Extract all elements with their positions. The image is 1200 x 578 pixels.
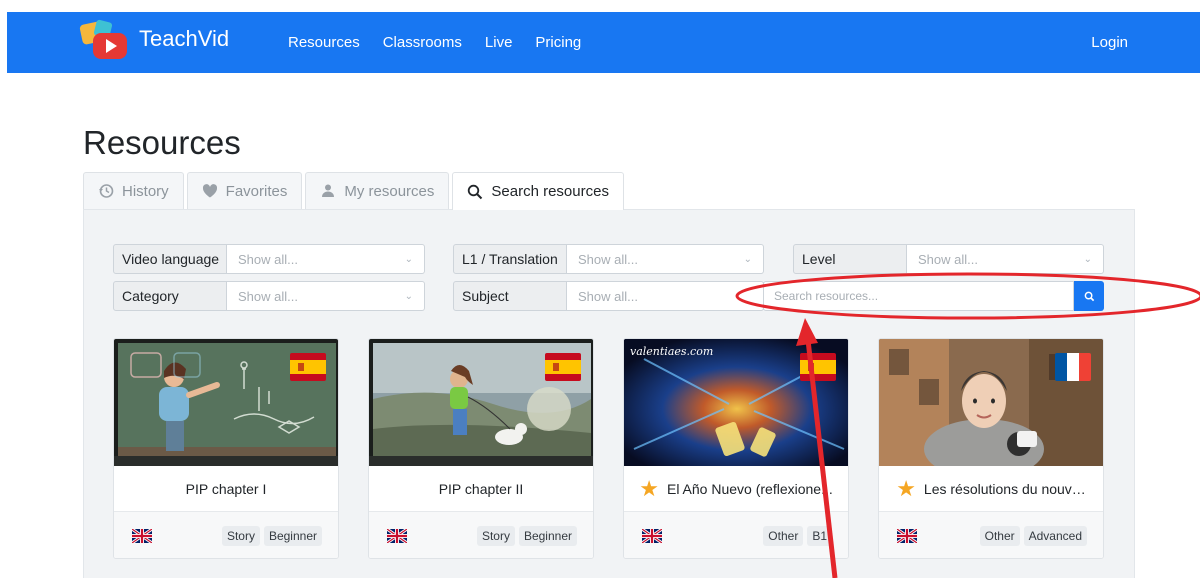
search-button[interactable] [1074,281,1104,311]
filter-category[interactable]: Category Show all... ⌄ [113,281,425,311]
filter-label: Video language [113,244,227,274]
resource-card[interactable]: PIP chapter II Story Beginner [368,338,594,559]
filter-subject[interactable]: Subject Show all... [453,281,764,311]
card-footer: Other Advanced [879,512,1103,558]
filter-label: L1 / Translation [453,244,567,274]
tab-label: Search resources [491,183,609,200]
filter-label: Subject [453,281,567,311]
resource-tabs: History Favorites My resources Search re… [83,172,627,210]
subject-select[interactable]: Show all... [567,281,764,311]
tag-list: Other Advanced [979,526,1087,546]
select-value: Show all... [238,251,298,267]
search-icon [468,184,483,199]
video-thumbnail[interactable] [879,339,1103,466]
history-icon [99,184,114,198]
chevron-down-icon: ⌄ [743,253,752,265]
page: TeachVid Resources Classrooms Live Prici… [0,0,1200,578]
card-title[interactable]: PIP chapter I [114,466,338,512]
l1-translation-select[interactable]: Show all... ⌄ [567,244,764,274]
tag[interactable]: B1 [807,526,832,546]
resource-card[interactable]: ★ Les résolutions du nouv… Other Advance… [878,338,1104,559]
video-thumbnail[interactable] [114,339,338,466]
tab-label: My resources [344,182,435,200]
tab-my-resources[interactable]: My resources [305,172,450,209]
top-navbar: TeachVid Resources Classrooms Live Prici… [7,12,1200,73]
tag[interactable]: Beginner [263,526,322,546]
filter-label: Level [793,244,907,274]
select-value: Show all... [918,251,978,267]
card-title[interactable]: ★ El Año Nuevo (reflexione... [624,466,848,512]
tag[interactable]: Other [979,526,1020,546]
card-title[interactable]: PIP chapter II [369,466,593,512]
teachvid-logo-icon [77,19,133,61]
resource-card[interactable]: PIP chapter I Story Beginner [113,338,339,559]
resource-card[interactable]: valentiaes.com ★ El Año Nuevo (reflexion… [623,338,849,559]
uk-flag-icon [387,529,407,543]
filter-l1-translation[interactable]: L1 / Translation Show all... ⌄ [453,244,764,274]
page-title: Resources [83,124,241,161]
star-icon[interactable]: ★ [896,477,916,500]
nav-link-live[interactable]: Live [485,34,513,51]
tab-label: Favorites [225,182,288,200]
filter-level[interactable]: Level Show all... ⌄ [793,244,1104,274]
login-link[interactable]: Login [1091,34,1128,51]
select-value: Show all... [238,288,298,304]
tag-list: Story Beginner [221,526,322,546]
tab-search-resources[interactable]: Search resources [452,172,624,210]
tag[interactable]: Story [221,526,260,546]
nav-link-resources[interactable]: Resources [288,34,360,51]
main-nav: Resources Classrooms Live Pricing [288,34,581,51]
tag-list: Story Beginner [476,526,577,546]
france-flag-icon [1055,353,1091,381]
chevron-down-icon: ⌄ [404,290,413,302]
card-footer: Other B1 [624,512,848,558]
card-title-text: El Año Nuevo (reflexione... [666,480,833,497]
card-footer: Story Beginner [114,512,338,558]
card-title-text: PIP chapter II [438,480,524,497]
select-value: Show all... [578,288,638,304]
tab-label: History [122,182,169,200]
video-thumbnail[interactable]: valentiaes.com [624,339,848,466]
heart-icon [202,184,217,198]
uk-flag-icon [897,529,917,543]
brand-name: TeachVid [139,26,230,51]
category-select[interactable]: Show all... ⌄ [227,281,425,311]
tag[interactable]: Story [476,526,515,546]
filter-label: Category [113,281,227,311]
spain-flag-icon [545,353,581,381]
card-title-text: PIP chapter I [185,480,267,497]
filter-video-language[interactable]: Video language Show all... ⌄ [113,244,425,274]
card-footer: Story Beginner [369,512,593,558]
thumbnail-watermark: valentiaes.com [630,345,713,358]
uk-flag-icon [642,529,662,543]
star-icon[interactable]: ★ [639,477,659,500]
nav-link-pricing[interactable]: Pricing [535,34,581,51]
search-input[interactable]: Search resources... [763,281,1074,311]
card-title[interactable]: ★ Les résolutions du nouv… [879,466,1103,512]
video-language-select[interactable]: Show all... ⌄ [227,244,425,274]
nav-link-classrooms[interactable]: Classrooms [383,34,462,51]
search-icon [1084,291,1094,301]
tag[interactable]: Beginner [518,526,577,546]
select-value: Show all... [578,251,638,267]
tag-list: Other B1 [763,526,832,546]
user-icon [322,184,335,197]
tag[interactable]: Advanced [1023,526,1087,546]
uk-flag-icon [132,529,152,543]
brand[interactable]: TeachVid [77,19,230,61]
spain-flag-icon [800,353,836,381]
card-title-text: Les résolutions du nouv… [923,480,1086,497]
tag[interactable]: Other [763,526,804,546]
search-box: Search resources... [763,281,1104,311]
video-thumbnail[interactable] [369,339,593,466]
level-select[interactable]: Show all... ⌄ [907,244,1104,274]
spain-flag-icon [290,353,326,381]
tab-history[interactable]: History [83,172,184,209]
chevron-down-icon: ⌄ [404,253,413,265]
tab-favorites[interactable]: Favorites [186,172,303,209]
chevron-down-icon: ⌄ [1083,253,1092,265]
